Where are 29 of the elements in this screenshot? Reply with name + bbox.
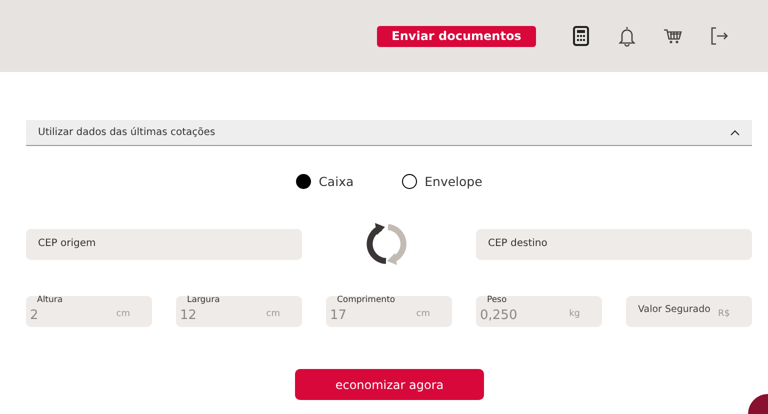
accordion-label: Utilizar dados das últimas cotações (38, 127, 216, 138)
field-value: 0,250 (480, 308, 518, 323)
measure-field[interactable]: Comprimento 17 cm (326, 296, 452, 327)
save-now-button[interactable]: economizar agora (295, 369, 484, 400)
measure-field[interactable]: Valor Segurado R$ (626, 296, 752, 327)
measure-field[interactable]: Peso 0,250 kg (476, 296, 602, 327)
unit-label: kg (569, 309, 580, 319)
recent-quotes-accordion[interactable]: Utilizar dados das últimas cotações (26, 120, 752, 146)
radio-label: Envelope (424, 174, 482, 189)
cep-field[interactable]: CEP origem (26, 228, 302, 260)
unit-label: cm (116, 309, 130, 319)
unit-label: cm (266, 309, 280, 319)
field-label: Altura (37, 295, 63, 305)
cep-field[interactable]: CEP destino (476, 228, 752, 260)
field-label: Comprimento (337, 295, 396, 305)
field-value: 2 (30, 308, 38, 323)
unit-label: R$ (718, 309, 730, 319)
measure-field[interactable]: Altura 2 cm (26, 296, 152, 327)
field-label: Peso (487, 295, 507, 305)
radio-label: Caixa (318, 174, 354, 189)
field-label: Valor Segurado (638, 304, 710, 315)
send-documents-button[interactable]: Enviar documentos (377, 26, 536, 46)
field-placeholder: CEP origem (38, 238, 96, 248)
field-value: 17 (330, 308, 347, 323)
field-value: 12 (180, 308, 197, 323)
unit-label: cm (416, 309, 430, 319)
measure-field[interactable]: Largura 12 cm (176, 296, 302, 327)
field-placeholder: CEP destino (488, 238, 548, 248)
field-label: Largura (187, 295, 220, 305)
